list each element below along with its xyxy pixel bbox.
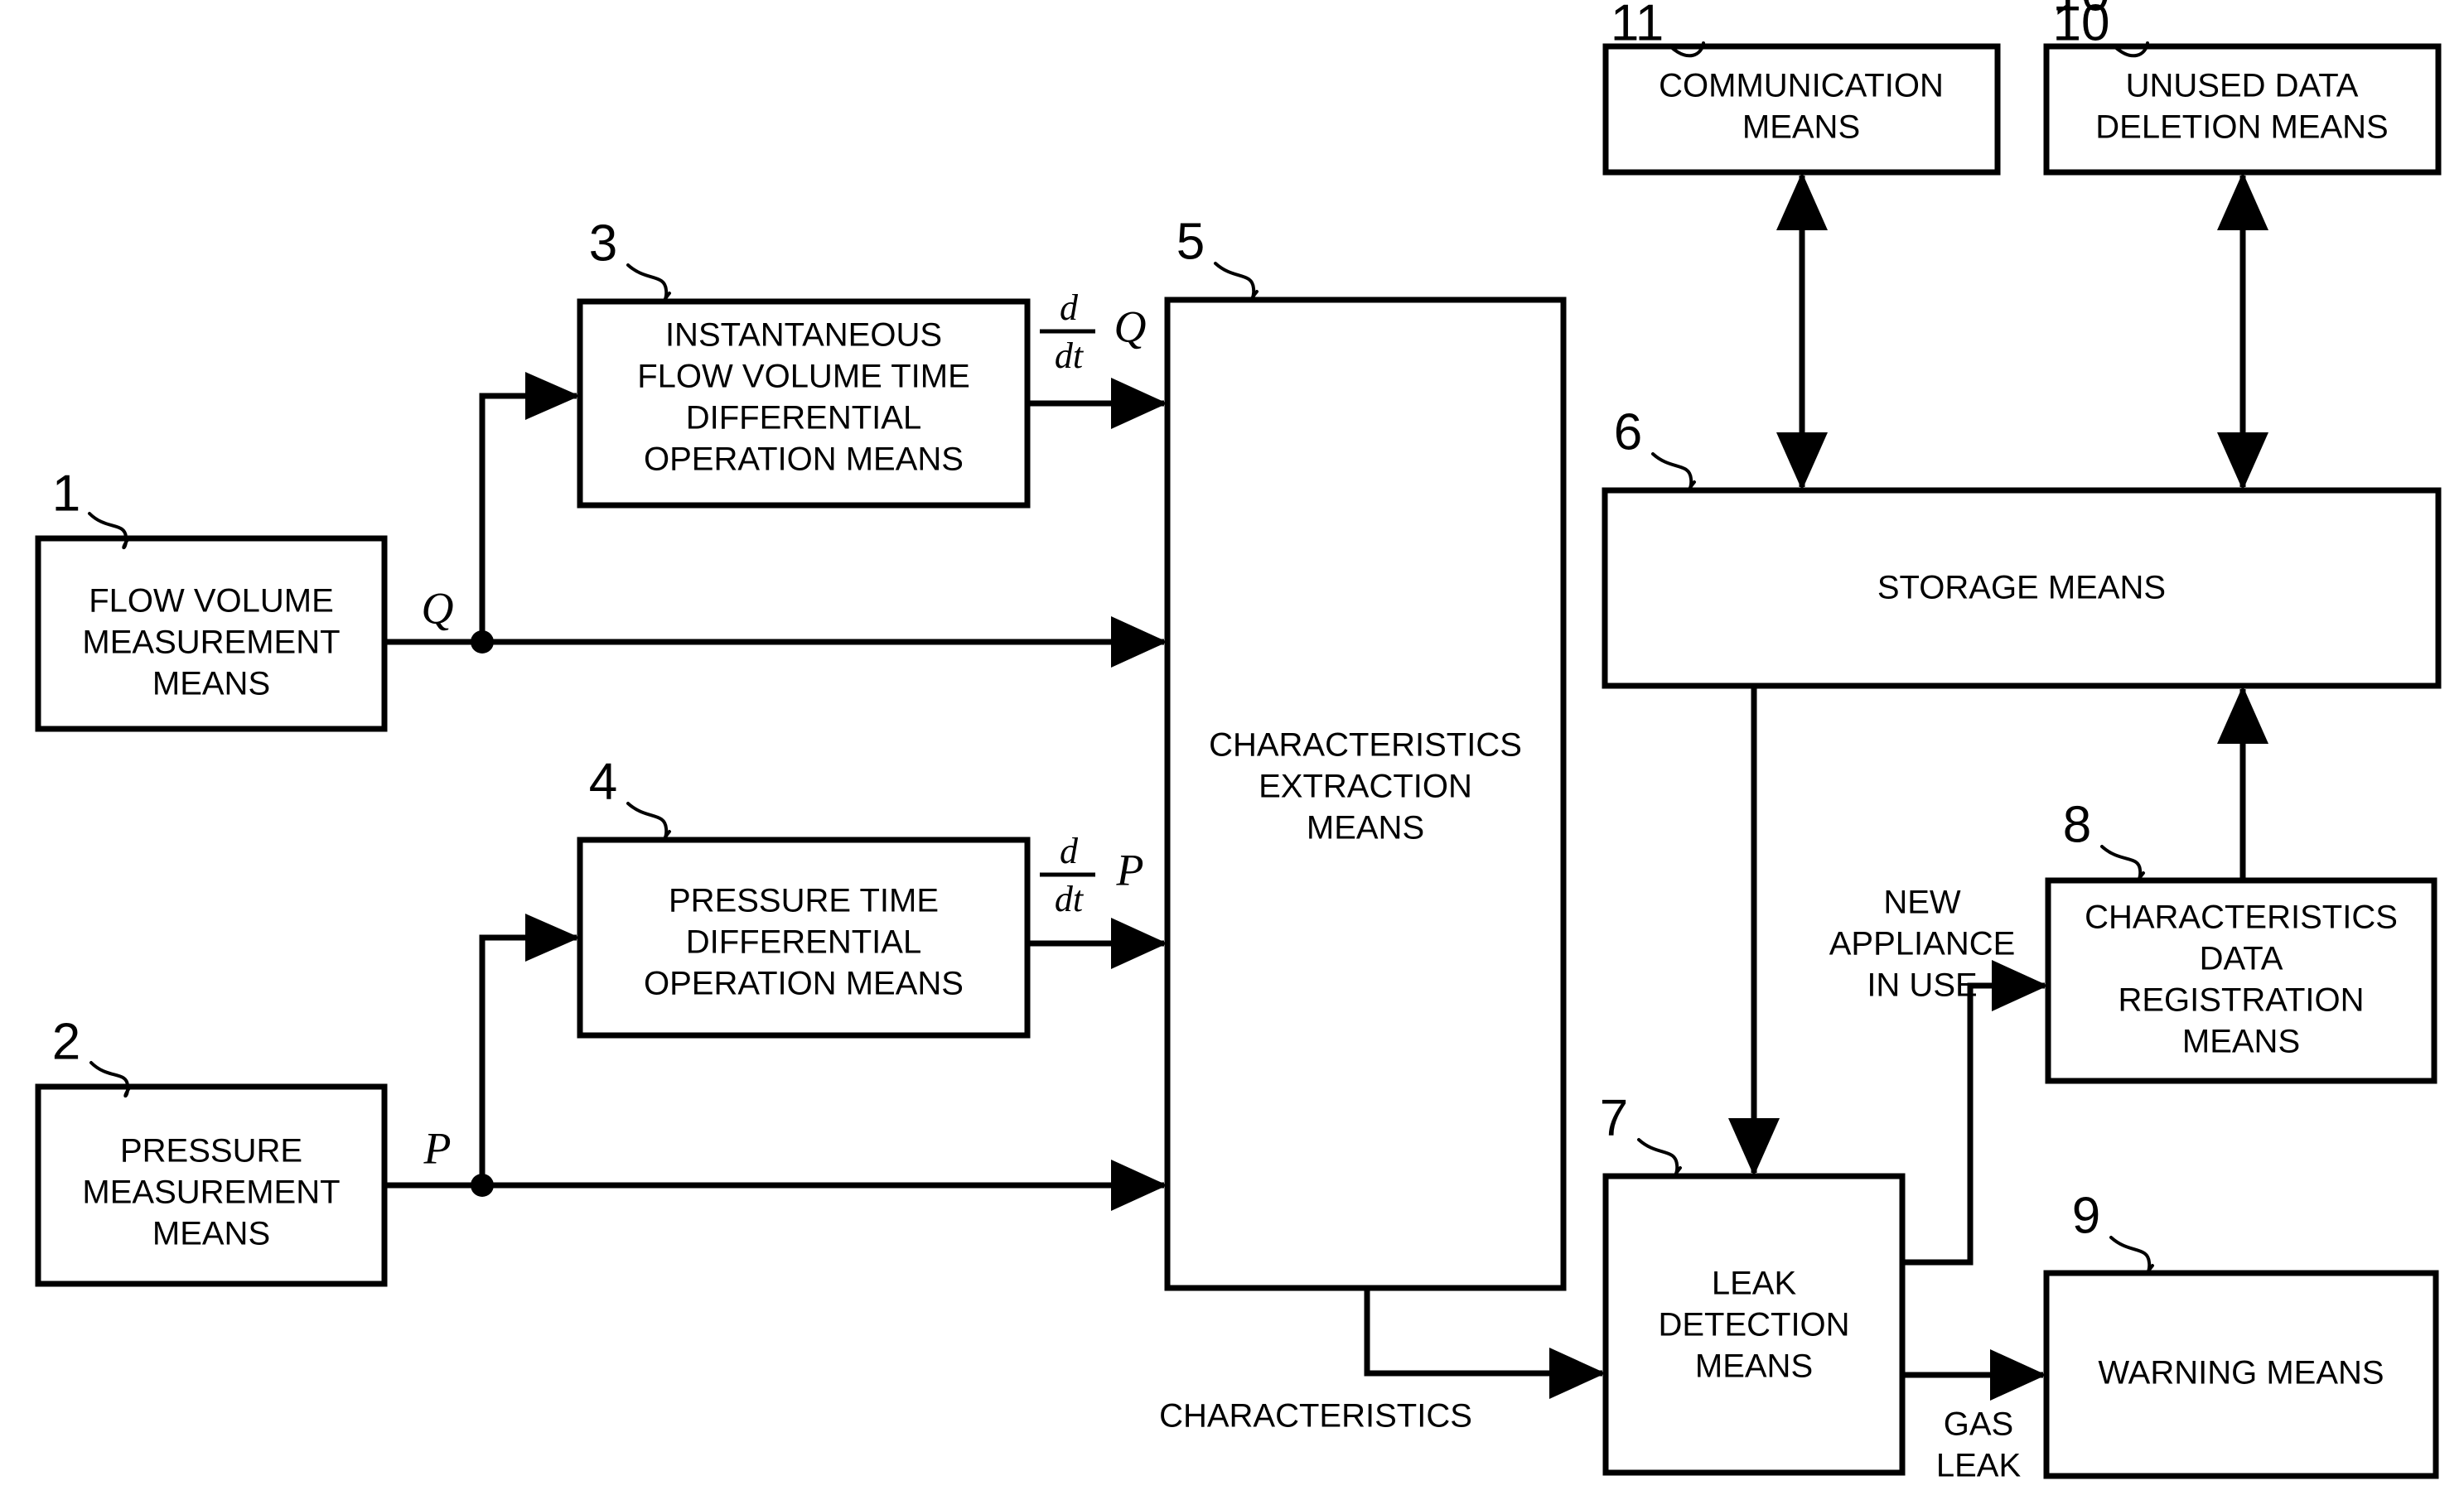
math-dp-dt: d dt P <box>1040 831 1144 919</box>
block-unused-data-line-1: UNUSED DATA <box>2126 68 2359 104</box>
new-appliance-line-1: NEW <box>1883 885 1961 921</box>
wire-leak-detection-to-registration <box>1902 960 2048 1266</box>
dq-dt-denominator: dt <box>1055 335 1085 376</box>
block-leak-detection-line-2: DETECTION <box>1658 1307 1849 1343</box>
ref-number-6: 6 <box>1614 403 1642 461</box>
wire-leak-detection-to-warning <box>1902 1349 2046 1401</box>
gas-leak-line-1: GAS <box>1944 1406 2013 1443</box>
ref-callout-7: 7 <box>1600 1089 1682 1178</box>
block-communication-line-2: MEANS <box>1742 109 1860 146</box>
new-appliance-line-2: APPLIANCE <box>1829 926 2016 962</box>
ref-number-2: 2 <box>52 1013 80 1070</box>
signal-label-p: P <box>423 1123 452 1173</box>
block-pressure-time-line-1: PRESSURE TIME <box>669 883 939 919</box>
block-flow-volume-measurement[interactable]: FLOW VOLUME MEASUREMENT MEANS <box>35 535 388 732</box>
block-communication-line-1: COMMUNICATION <box>1659 68 1944 104</box>
signal-label-q: Q <box>422 583 454 633</box>
ref-number-9: 9 <box>2072 1187 2100 1244</box>
ref-callout-6: 6 <box>1614 403 1696 492</box>
dq-dt-variable: Q <box>1114 301 1147 351</box>
block-flow-volume-measurement-line-3: MEANS <box>152 666 270 702</box>
ref-callout-2: 2 <box>52 1013 132 1097</box>
dp-dt-variable: P <box>1116 845 1144 895</box>
wire-communication-storage <box>1776 172 1828 490</box>
block-pressure-measurement[interactable]: PRESSURE MEASUREMENT MEANS <box>35 1083 388 1287</box>
block-characteristics-extraction-line-2: EXTRACTION <box>1259 769 1472 805</box>
ref-callout-3: 3 <box>589 215 671 303</box>
block-pressure-measurement-line-2: MEASUREMENT <box>82 1174 340 1211</box>
wire-registration-to-storage <box>2217 686 2268 880</box>
block-flow-volume-measurement-line-1: FLOW VOLUME <box>89 583 334 620</box>
wire-pressure-differential-to-extraction <box>1027 918 1167 969</box>
figure-canvas: FLOW VOLUME MEASUREMENT MEANS 1 PRESSURE… <box>0 0 2464 1500</box>
wire-characteristics-to-leak-detection <box>1364 1288 1606 1399</box>
block-instantaneous-flow-line-2: FLOW VOLUME TIME <box>637 359 970 395</box>
block-characteristics-extraction[interactable]: CHARACTERISTICS EXTRACTION MEANS <box>1164 297 1567 1291</box>
ref-number-3: 3 <box>589 215 617 272</box>
block-leak-detection-line-1: LEAK <box>1712 1266 1797 1302</box>
wire-flow-differential-to-extraction <box>1027 378 1167 429</box>
ref-number-8: 8 <box>2063 796 2091 853</box>
ref-callout-8: 8 <box>2063 796 2145 883</box>
signal-label-characteristics: CHARACTERISTICS <box>1159 1398 1472 1435</box>
wire-pressure-to-pressure-differential <box>479 914 580 1185</box>
dp-dt-numerator: d <box>1060 831 1079 871</box>
new-appliance-line-3: IN USE <box>1867 967 1977 1004</box>
block-instantaneous-flow-line-3: DIFFERENTIAL <box>686 400 921 436</box>
ref-callout-9: 9 <box>2072 1187 2154 1276</box>
block-instantaneous-flow-line-1: INSTANTANEOUS <box>665 317 942 354</box>
block-pressure-time-line-2: DIFFERENTIAL <box>686 924 921 961</box>
wire-storage-to-leak-detection <box>1728 686 1780 1176</box>
wire-flow-volume-to-extraction <box>384 616 1167 668</box>
block-leak-detection-line-3: MEANS <box>1695 1348 1813 1385</box>
ref-number-11: 11 <box>1611 0 1664 51</box>
block-diagram: FLOW VOLUME MEASUREMENT MEANS 1 PRESSURE… <box>35 0 2442 1484</box>
wire-flow-volume-to-flow-differential <box>479 372 580 642</box>
ref-callout-5: 5 <box>1176 213 1259 301</box>
ref-number-10-visible: 10 <box>2053 0 2110 51</box>
block-leak-detection[interactable]: LEAK DETECTION MEANS <box>1602 1173 1906 1476</box>
ref-number-1: 1 <box>52 465 80 522</box>
block-characteristics-extraction-line-1: CHARACTERISTICS <box>1209 727 1522 764</box>
block-pressure-measurement-line-3: MEANS <box>152 1216 270 1252</box>
block-char-data-reg-line-1: CHARACTERISTICS <box>2085 900 2398 936</box>
gas-leak-line-2: LEAK <box>1936 1448 2022 1484</box>
math-dq-dt: d dt Q <box>1040 287 1147 376</box>
block-pressure-time-differential[interactable]: PRESSURE TIME DIFFERENTIAL OPERATION MEA… <box>577 837 1031 1039</box>
block-pressure-measurement-line-1: PRESSURE <box>120 1133 302 1170</box>
block-char-data-reg-line-3: REGISTRATION <box>2118 982 2364 1019</box>
block-warning[interactable]: WARNING MEANS <box>2043 1270 2439 1479</box>
block-char-data-reg-line-2: DATA <box>2200 941 2283 977</box>
block-flow-volume-measurement-line-2: MEASUREMENT <box>82 625 340 661</box>
block-characteristics-extraction-line-3: MEANS <box>1307 810 1424 846</box>
block-unused-data-line-2: DELETION MEANS <box>2095 109 2388 146</box>
wire-unused-data-deletion-storage <box>2217 172 2268 490</box>
block-instantaneous-flow-line-4: OPERATION MEANS <box>644 441 964 478</box>
block-storage-label: STORAGE MEANS <box>1877 570 2166 606</box>
block-characteristics-data-registration[interactable]: CHARACTERISTICS DATA REGISTRATION MEANS <box>2045 877 2437 1084</box>
block-instantaneous-flow-differential[interactable]: INSTANTANEOUS FLOW VOLUME TIME DIFFERENT… <box>577 298 1031 509</box>
dp-dt-denominator: dt <box>1055 879 1085 919</box>
ref-number-7: 7 <box>1600 1089 1628 1146</box>
ref-number-5: 5 <box>1176 213 1205 270</box>
block-char-data-reg-line-4: MEANS <box>2182 1024 2300 1060</box>
signal-label-gas-leak: GAS LEAK <box>1936 1406 2022 1484</box>
block-pressure-time-line-3: OPERATION MEANS <box>644 966 964 1002</box>
block-storage[interactable]: STORAGE MEANS <box>1602 487 2442 689</box>
ref-number-4: 4 <box>589 753 617 810</box>
block-warning-label: WARNING MEANS <box>2098 1355 2384 1391</box>
ref-callout-1: 1 <box>52 465 130 549</box>
ref-callout-4: 4 <box>589 753 671 842</box>
wire-pressure-to-extraction <box>384 1160 1167 1211</box>
block-unused-data-deletion[interactable]: UNUSED DATA DELETION MEANS <box>2043 43 2442 176</box>
block-communication[interactable]: COMMUNICATION MEANS <box>1602 43 2001 176</box>
dq-dt-numerator: d <box>1060 287 1079 328</box>
